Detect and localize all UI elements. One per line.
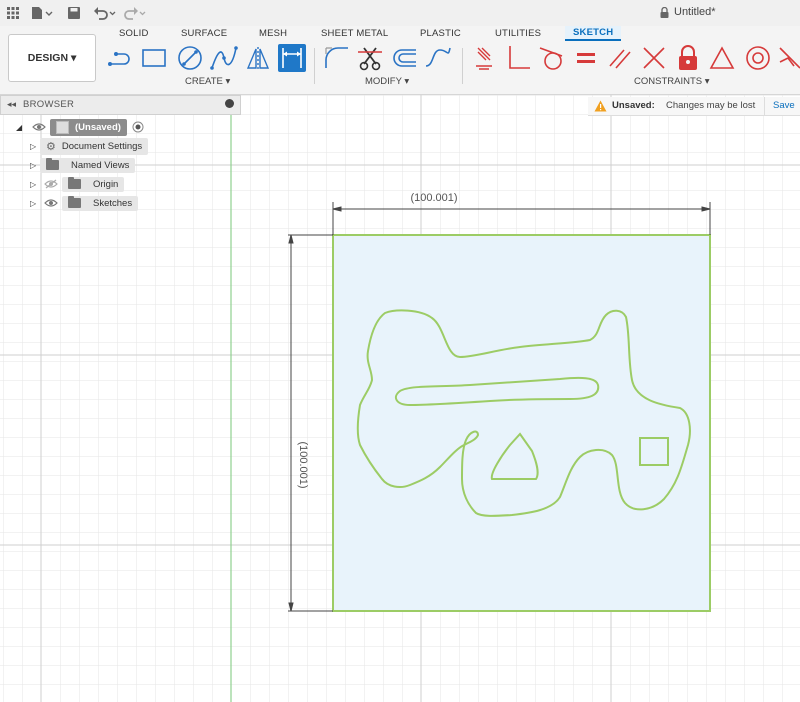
tree-item-document-settings[interactable]: ▷ ⚙ Document Settings: [30, 137, 149, 155]
browser-title: BROWSER: [23, 99, 75, 110]
apps-grid-icon[interactable]: [5, 4, 21, 22]
horizontal-dimension[interactable]: [332, 202, 711, 235]
curve-tool-icon[interactable]: [424, 44, 452, 72]
tab-utilities[interactable]: UTILITIES: [495, 28, 541, 39]
tree-item-label: Document Settings: [61, 140, 143, 152]
sketch-dimension-tool-icon[interactable]: [278, 44, 306, 72]
browser-panel: ◂◂ BROWSER ◢ (Unsaved) ▷ ⚙ Document Sett…: [0, 95, 241, 211]
perpendicular-constraint-icon[interactable]: [504, 44, 532, 72]
offset-tool-icon[interactable]: [390, 44, 418, 72]
lock-constraint-icon[interactable]: [674, 44, 702, 72]
separator: [462, 48, 463, 84]
redo-icon[interactable]: [122, 4, 148, 22]
warning-icon: [594, 100, 607, 112]
mirror-tool-icon[interactable]: [244, 44, 272, 72]
tree-item-label: Origin: [93, 178, 119, 190]
toolbar-ribbon: SOLID SURFACE MESH SHEET METAL PLASTIC U…: [0, 26, 800, 95]
tree-item-named-views[interactable]: ▷ Named Views: [30, 156, 136, 174]
horizontal-dimension-label[interactable]: (100.001): [410, 192, 457, 204]
tree-item-label: Sketches: [93, 197, 133, 209]
expand-right-icon[interactable]: ▷: [30, 142, 40, 151]
unsaved-message: Changes may be lost: [666, 100, 756, 111]
expand-right-icon[interactable]: ▷: [30, 161, 40, 170]
fix-constraint-icon[interactable]: [470, 44, 498, 72]
tab-solid[interactable]: SOLID: [119, 28, 149, 39]
browser-header: ◂◂ BROWSER: [0, 95, 241, 115]
spline-tool-icon[interactable]: [210, 44, 238, 72]
folder-icon: [68, 196, 81, 208]
root-component[interactable]: (Unsaved): [50, 118, 127, 136]
workspace-design-button[interactable]: DESIGN ▾: [8, 34, 96, 82]
sketch-outer-square[interactable]: [332, 234, 711, 612]
expand-right-icon[interactable]: ▷: [30, 180, 40, 189]
save-icon[interactable]: [66, 4, 82, 22]
eye-icon[interactable]: [44, 198, 58, 208]
midpoint-constraint-icon[interactable]: [776, 44, 800, 72]
modify-menu[interactable]: MODIFY ▾: [365, 76, 409, 87]
eye-hidden-icon[interactable]: [44, 179, 58, 189]
tab-sketch[interactable]: SKETCH: [565, 26, 622, 41]
gear-icon: ⚙: [46, 140, 56, 153]
folder-icon: [68, 177, 81, 189]
create-menu[interactable]: CREATE ▾: [185, 76, 230, 87]
file-icon[interactable]: [30, 4, 54, 22]
coincident-constraint-icon[interactable]: [640, 44, 668, 72]
trim-scissors-icon[interactable]: [356, 44, 384, 72]
parallel-constraint-icon[interactable]: [606, 44, 634, 72]
equal-constraint-icon[interactable]: [572, 44, 600, 72]
fillet-tool-icon[interactable]: [322, 44, 350, 72]
panel-menu-icon[interactable]: [225, 99, 234, 108]
collapse-panel-icon[interactable]: ◂◂: [7, 99, 16, 110]
expand-right-icon[interactable]: ▷: [30, 199, 40, 208]
circle-tool-icon[interactable]: [176, 44, 204, 72]
tab-mesh[interactable]: MESH: [259, 28, 287, 39]
tree-item-sketches[interactable]: ▷ Sketches: [30, 194, 139, 212]
tree-item-pill: Sketches: [62, 195, 139, 211]
tree-item-pill: ⚙ Document Settings: [40, 137, 149, 155]
tab-plastic[interactable]: PLASTIC: [420, 28, 461, 39]
tree-item-label: Named Views: [71, 159, 130, 171]
tree-root[interactable]: ◢ (Unsaved): [16, 118, 144, 136]
tab-sheet-metal[interactable]: SHEET METAL: [321, 28, 388, 39]
triangle-constraint-icon[interactable]: [708, 44, 736, 72]
tree-item-pill: Origin: [62, 176, 125, 192]
application-bar: Untitled*: [0, 0, 800, 27]
vertical-dimension-label[interactable]: (100.001): [297, 441, 309, 488]
root-label: (Unsaved): [75, 121, 121, 133]
tab-surface[interactable]: SURFACE: [181, 28, 227, 39]
undo-icon[interactable]: [92, 4, 118, 22]
concentric-constraint-icon[interactable]: [744, 44, 772, 72]
document-title: Untitled*: [674, 6, 716, 18]
rectangle-tool-icon[interactable]: [140, 44, 168, 72]
save-link[interactable]: Save: [764, 97, 795, 115]
vertical-dimension[interactable]: [288, 234, 333, 612]
tree-item-origin[interactable]: ▷ Origin: [30, 175, 125, 193]
unsaved-banner: Unsaved: Changes may be lost Save: [588, 97, 800, 116]
line-tool-icon[interactable]: [106, 44, 134, 72]
tree-item-pill: Named Views: [40, 157, 136, 173]
lock-icon: [660, 6, 669, 21]
tangent-constraint-icon[interactable]: [538, 44, 566, 72]
eye-icon[interactable]: [32, 122, 46, 132]
expand-down-icon[interactable]: ◢: [16, 123, 26, 132]
separator: [314, 48, 315, 84]
component-icon: [56, 120, 69, 134]
unsaved-label: Unsaved:: [612, 100, 655, 111]
constraints-menu[interactable]: CONSTRAINTS ▾: [634, 76, 710, 87]
folder-icon: [46, 158, 59, 170]
activate-radio-icon[interactable]: [132, 121, 144, 133]
